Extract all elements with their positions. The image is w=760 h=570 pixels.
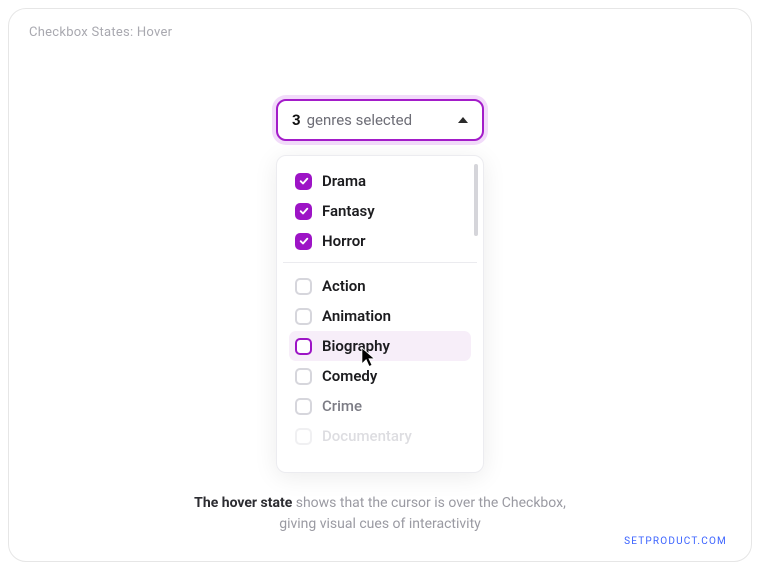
select-label: genres selected: [307, 111, 413, 129]
multiselect: 3 genres selected Drama: [276, 99, 484, 473]
option-label: Comedy: [322, 367, 377, 385]
select-trigger[interactable]: 3 genres selected: [276, 99, 484, 141]
caption-bold: The hover state: [194, 495, 292, 511]
caption: The hover state shows that the cursor is…: [9, 493, 751, 535]
stage: 3 genres selected Drama: [9, 99, 751, 473]
option-label: Animation: [322, 307, 391, 325]
option-animation[interactable]: Animation: [289, 301, 471, 331]
option-action[interactable]: Action: [289, 271, 471, 301]
card-title: Checkbox States: Hover: [29, 25, 731, 40]
scrollbar-thumb[interactable]: [474, 164, 478, 236]
dropdown-panel: Drama Fantasy Horror: [276, 155, 484, 473]
caption-text-2: giving visual cues of interactivity: [279, 516, 481, 532]
checkbox-checked-icon: [295, 173, 312, 190]
caption-text-1: shows that the cursor is over the Checkb…: [292, 495, 566, 511]
option-fantasy[interactable]: Fantasy: [289, 196, 471, 226]
select-count: 3: [292, 111, 301, 129]
watermark: SETPRODUCT.COM: [624, 536, 727, 547]
option-crime[interactable]: Crime: [289, 391, 471, 421]
checkbox-unchecked-icon: [295, 398, 312, 415]
checkbox-unchecked-icon: [295, 308, 312, 325]
caret-up-icon: [458, 117, 468, 123]
option-horror[interactable]: Horror: [289, 226, 471, 256]
option-biography[interactable]: Biography: [289, 331, 471, 361]
checkbox-checked-icon: [295, 203, 312, 220]
option-label: Action: [322, 277, 366, 295]
selected-group: Drama Fantasy Horror: [283, 166, 477, 256]
checkbox-checked-icon: [295, 233, 312, 250]
option-label: Horror: [322, 232, 366, 250]
checkbox-unchecked-icon: [295, 278, 312, 295]
checkbox-unchecked-icon: [295, 368, 312, 385]
option-label: Biography: [322, 337, 390, 355]
option-comedy[interactable]: Comedy: [289, 361, 471, 391]
option-label: Crime: [322, 397, 362, 415]
option-drama[interactable]: Drama: [289, 166, 471, 196]
checkbox-hover-icon: [295, 338, 312, 355]
option-label: Documentary: [322, 427, 412, 445]
option-label: Fantasy: [322, 202, 375, 220]
option-label: Drama: [322, 172, 366, 190]
checkbox-unchecked-icon: [295, 428, 312, 445]
demo-card: Checkbox States: Hover 3 genres selected…: [8, 8, 752, 562]
option-documentary[interactable]: Documentary: [289, 421, 471, 451]
unselected-group: Action Animation Biography: [283, 262, 477, 451]
